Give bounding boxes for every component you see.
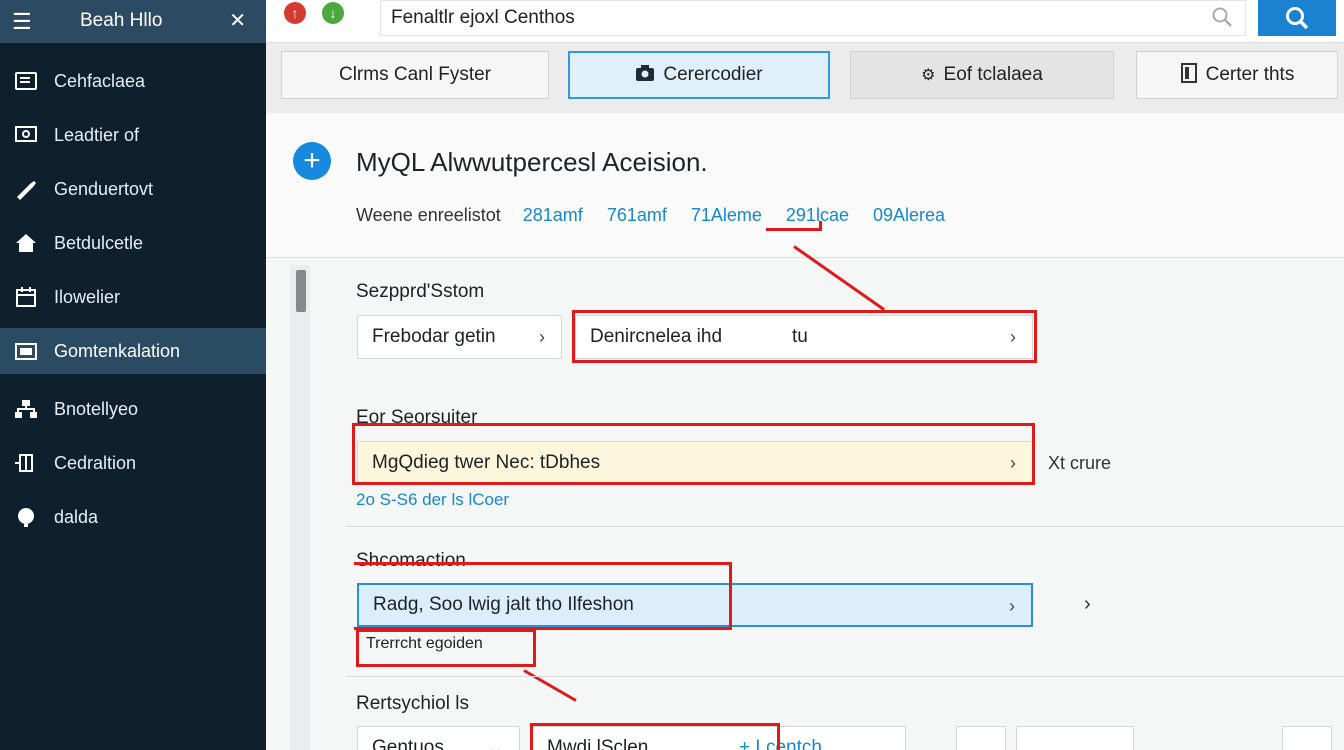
stats-label: Weene enreelistot [356, 205, 501, 225]
wrench-icon [12, 178, 40, 200]
sidebar: ☰ Beah Hllo ✕ Cehfaclaea Leadtier of Gen… [0, 0, 266, 750]
screen-icon [12, 124, 40, 146]
select-field[interactable]: Denircnelea ihd tu › [575, 315, 1033, 359]
sidebar-item-label: Leadtier of [54, 124, 140, 145]
sidebar-item-4[interactable]: Ilowelier [0, 274, 266, 320]
tab-3[interactable]: Certer thts [1136, 51, 1338, 99]
chevron-right-icon: › [1010, 453, 1016, 473]
annotation-arrow [523, 669, 577, 702]
stat-link[interactable]: 291lcae [786, 205, 849, 226]
scrollbar[interactable] [290, 265, 310, 750]
sidebar-item-8[interactable]: dalda [0, 494, 266, 540]
close-icon[interactable]: ✕ [229, 8, 246, 33]
sidebar-item-label: Bnotellyeo [54, 398, 139, 419]
hamburger-menu-icon[interactable]: ☰ [12, 9, 36, 35]
address-text: Fenaltlr ejoxl Centhos [391, 7, 575, 28]
home-icon [12, 232, 40, 254]
side-action[interactable]: Xt crure [1048, 453, 1111, 474]
chevron-down-icon: ⌄ [487, 738, 503, 750]
divider [346, 526, 1344, 527]
tab-2[interactable]: ⚙ Eof tclalaea [850, 51, 1114, 99]
section-label: Shcomaction [356, 550, 466, 571]
stat-link[interactable]: 761amf [607, 205, 667, 226]
stat-link[interactable]: 09Alerea [873, 205, 945, 226]
field-value: MgQdieg twer Nec: tDbhes [372, 452, 601, 473]
main-content: + MyQL Alwwutpercesl Aceision. Weene enr… [266, 113, 1344, 750]
camera-icon [635, 64, 655, 87]
sidebar-item-7[interactable]: Cedraltion [0, 440, 266, 486]
chevron-right-icon: › [1010, 327, 1016, 347]
sidebar-item-1[interactable]: Leadtier of [0, 112, 266, 158]
field-value: Denircnelea ihd [590, 326, 723, 347]
field-value: Radg, Soo lwig jalt tho Ilfeshon [373, 594, 634, 615]
chevron-right-icon: › [1009, 596, 1015, 616]
address-input[interactable]: Fenaltlr ejoxl Centhos [380, 0, 1246, 36]
tab-0[interactable]: Clrms Canl Fyster [281, 51, 549, 99]
folder-icon [12, 340, 40, 362]
tab-label: Clrms Canl Fyster [338, 64, 491, 85]
sidebar-item-label: Cehfaclaea [54, 70, 146, 91]
select-field[interactable]: Frebodar getin › [357, 315, 562, 359]
sidebar-header: ☰ Beah Hllo ✕ [0, 0, 266, 43]
hint-link[interactable]: 2o S-S6 der ls lCoer [356, 490, 509, 510]
chevron-right-icon[interactable]: › [1084, 593, 1091, 616]
text-field[interactable]: Mwdi lSclen + Lcentch [532, 726, 906, 750]
tab-label: Certer thts [1205, 64, 1295, 85]
plugin-icon [12, 452, 40, 474]
sidebar-item-label: Cedraltion [54, 452, 137, 473]
tab-bar: Clrms Canl Fyster Cerercodier ⚙ Eof tcla… [266, 43, 1344, 113]
top-bar: ↑ ↓ Fenaltlr ejoxl Centhos [266, 0, 1344, 43]
sidebar-item-label: Genduertovt [54, 178, 154, 199]
select-dropdown[interactable]: Gentuos ⌄ [357, 726, 520, 750]
section-label: Eor Seorsuiter [356, 407, 478, 428]
stat-link[interactable]: 281amf [523, 205, 583, 226]
divider [346, 676, 1344, 677]
field-value: Frebodar getin [372, 326, 496, 347]
select-field[interactable]: MgQdieg twer Nec: tDbhes › [357, 441, 1033, 485]
page-header: + MyQL Alwwutpercesl Aceision. Weene enr… [266, 113, 1344, 258]
sidebar-item-label: dalda [54, 506, 99, 527]
field-value: Gentuos [372, 737, 444, 750]
search-icon[interactable] [1211, 6, 1233, 28]
document-icon [1180, 62, 1198, 88]
forward-arrow-icon[interactable]: ↓ [322, 2, 344, 24]
stats-row: Weene enreelistot 281amf 761amf 71Aleme … [356, 205, 969, 226]
sidebar-item-6[interactable]: Bnotellyeo [0, 386, 266, 432]
tab-1[interactable]: Cerercodier [568, 51, 830, 99]
add-icon[interactable]: + [293, 142, 331, 180]
tab-label: Cerercodier [663, 64, 763, 85]
section-label: Rertsychiol ls [356, 693, 469, 714]
sidebar-item-label: Gomtenkalation [54, 340, 181, 361]
gear-icon: ⚙ [921, 67, 936, 84]
button[interactable] [956, 726, 1006, 750]
back-arrow-icon[interactable]: ↑ [284, 2, 306, 24]
search-button[interactable] [1258, 0, 1336, 36]
hint-text: Trerrcht egoiden [366, 635, 483, 652]
sitemap-icon [12, 398, 40, 420]
field-value: Mwdi lSclen [547, 737, 649, 750]
sidebar-item-5[interactable]: Gomtenkalation [0, 328, 266, 374]
sidebar-item-0[interactable]: Cehfaclaea [0, 58, 266, 104]
button[interactable] [1016, 726, 1134, 750]
list-icon [12, 70, 40, 92]
add-link[interactable]: + Lcentch [739, 737, 822, 750]
scrollbar-thumb[interactable] [296, 270, 306, 312]
section-label: Sezpprd'Sstom [356, 281, 485, 302]
stat-link[interactable]: 71Aleme [691, 205, 762, 226]
sidebar-title: Beah Hllo [80, 10, 163, 31]
search-icon [1286, 7, 1309, 30]
button[interactable] [1282, 726, 1332, 750]
field-suffix: tu [792, 326, 808, 347]
sidebar-item-3[interactable]: Betdulcetle [0, 220, 266, 266]
globe-icon [12, 506, 40, 528]
tab-label: Eof tclalaea [943, 64, 1043, 85]
select-field[interactable]: Radg, Soo lwig jalt tho Ilfeshon › [357, 583, 1033, 627]
page-title: MyQL Alwwutpercesl Aceision. [356, 147, 708, 177]
sidebar-item-2[interactable]: Genduertovt [0, 166, 266, 212]
chevron-right-icon: › [539, 327, 545, 347]
sidebar-item-label: Ilowelier [54, 286, 121, 307]
sidebar-item-label: Betdulcetle [54, 232, 144, 253]
calendar-icon [12, 286, 40, 308]
